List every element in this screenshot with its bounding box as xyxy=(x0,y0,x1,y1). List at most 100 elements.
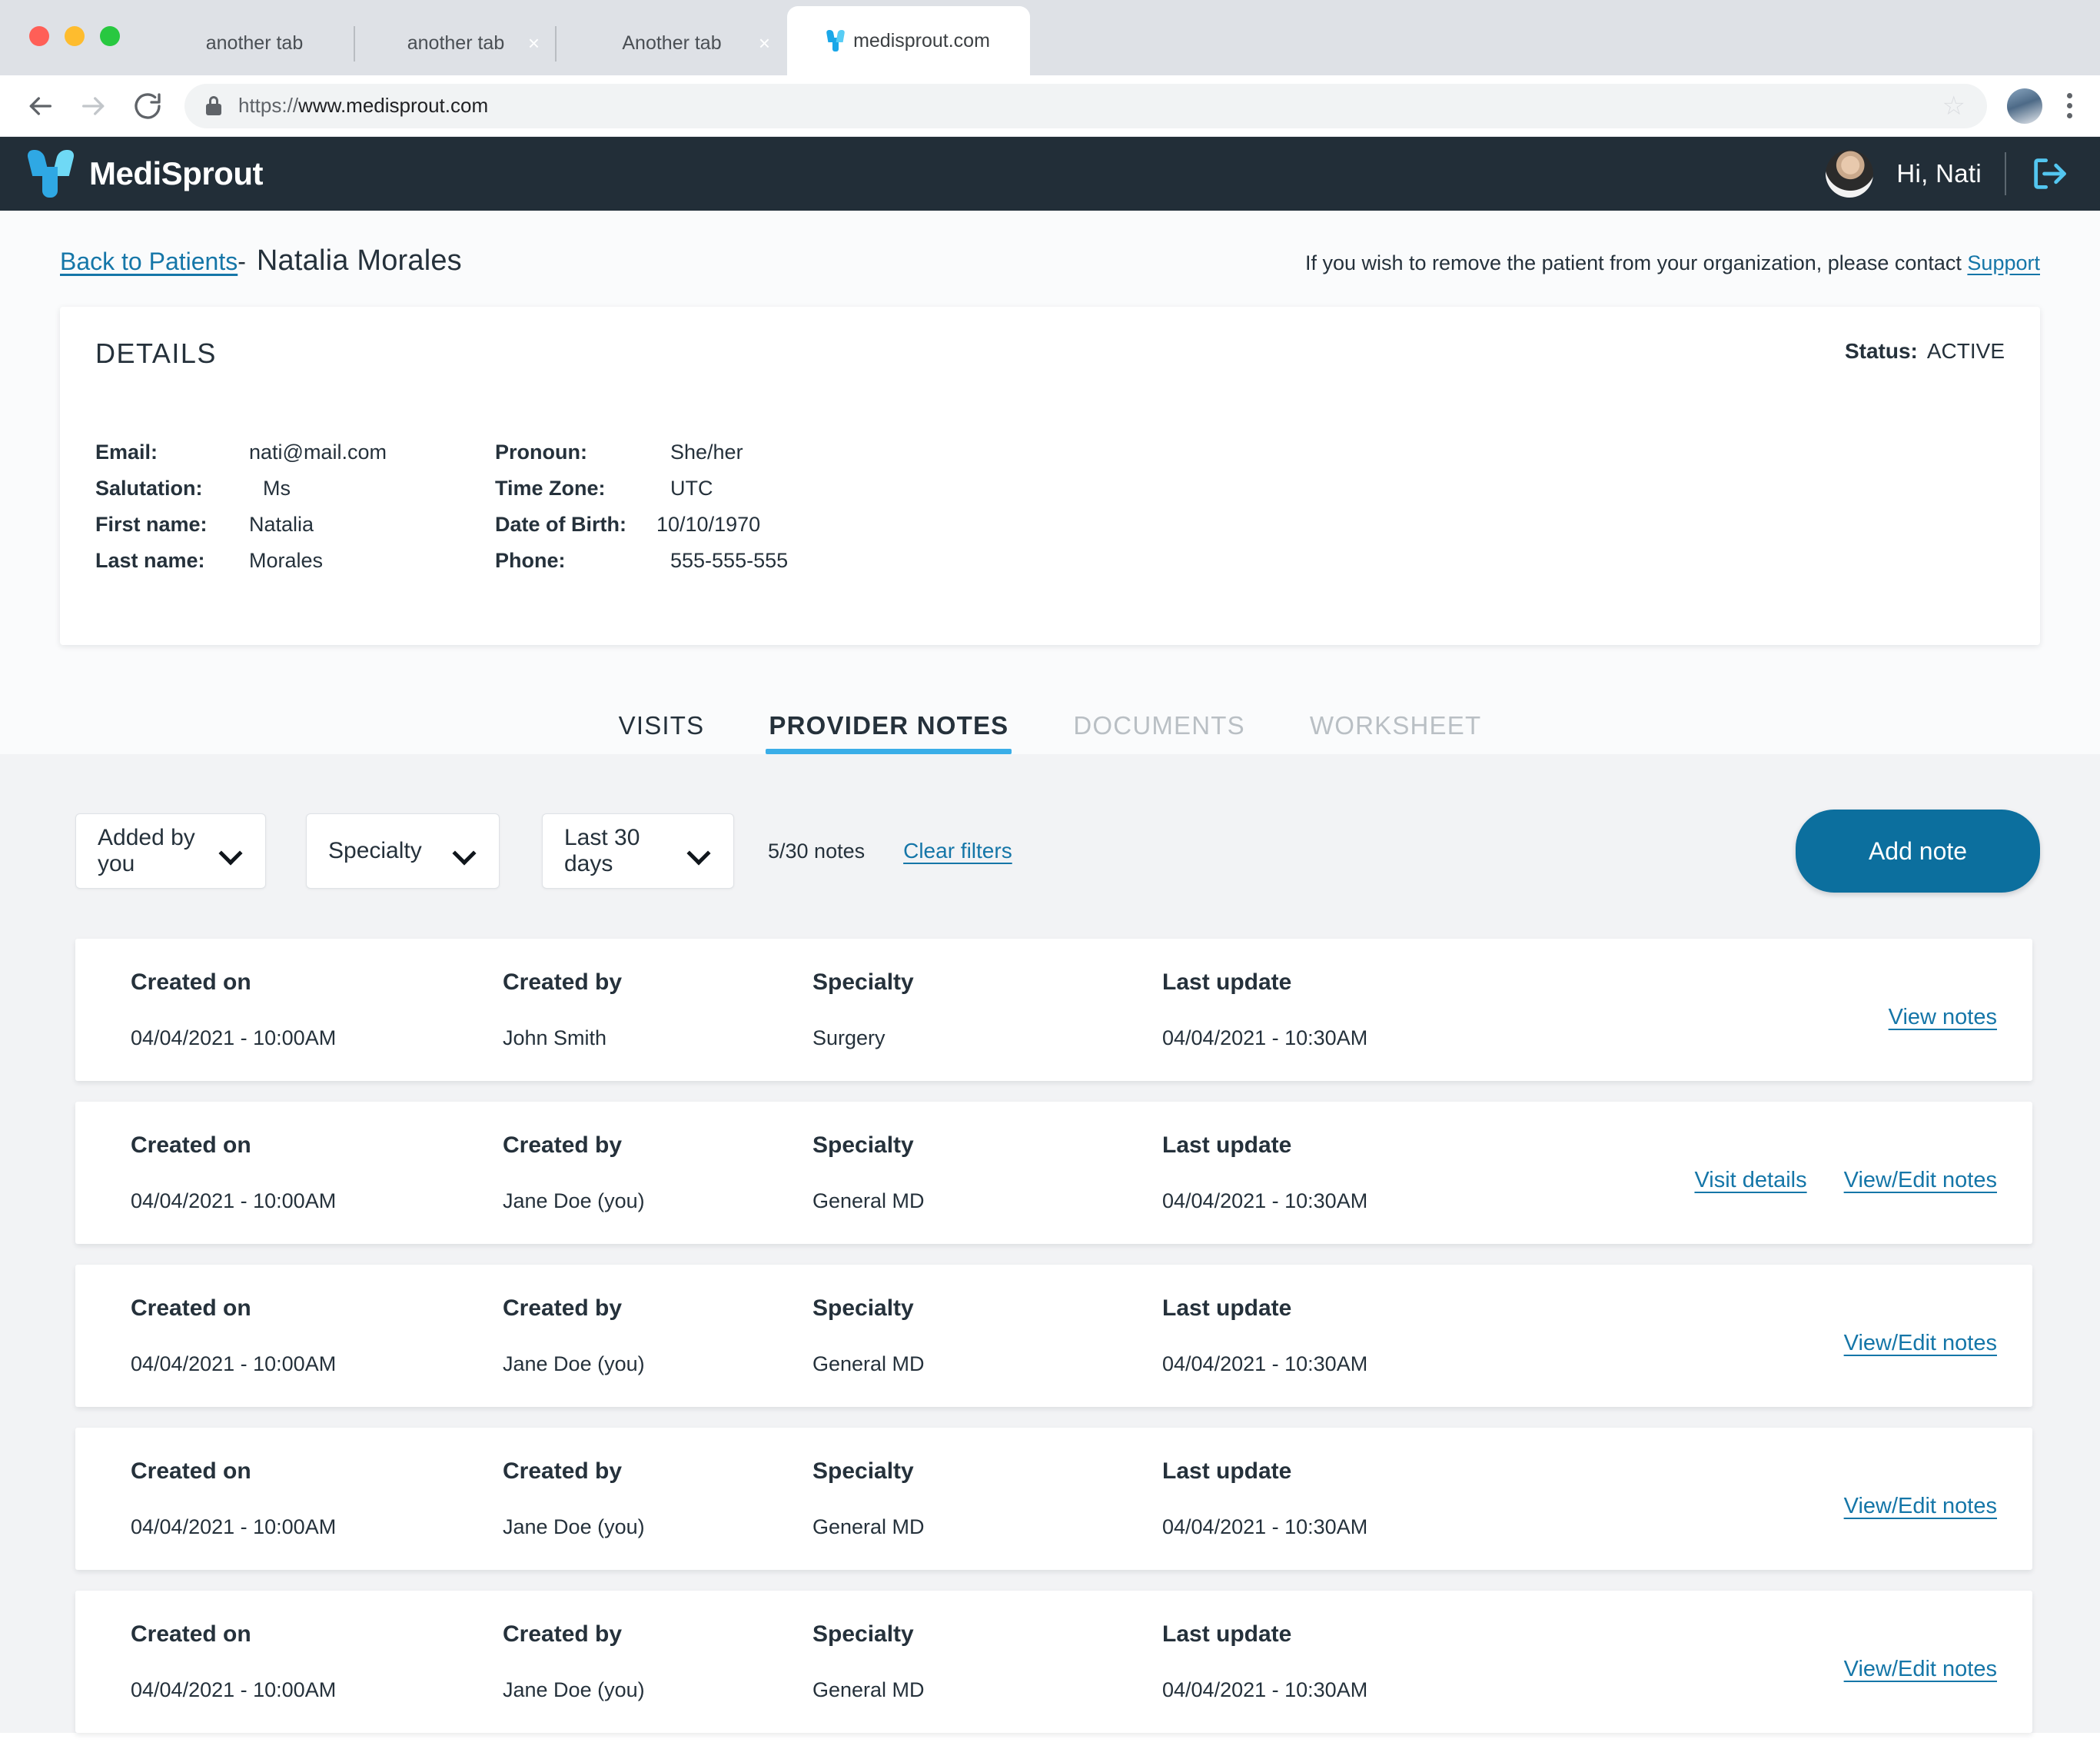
support-note: If you wish to remove the patient from y… xyxy=(1305,251,2040,275)
browser-tab-2[interactable]: another tab × xyxy=(355,11,557,75)
browser-tabs: another tab another tab × Another tab × … xyxy=(154,0,1030,75)
bookmark-star-icon[interactable]: ☆ xyxy=(1942,93,1965,119)
table-row[interactable]: Created on 04/04/2021 - 10:00AM Created … xyxy=(75,1265,2032,1407)
row-created-on: Created on 04/04/2021 - 10:00AM xyxy=(131,1132,503,1213)
specialty-select[interactable]: Specialty xyxy=(306,813,500,889)
notes-count: 5/30 notes xyxy=(768,839,866,863)
view-notes-link[interactable]: View notes xyxy=(1889,1005,1997,1030)
row-last-update: Last update 04/04/2021 - 10:30AM xyxy=(1162,1132,1623,1213)
cell-last-update: 04/04/2021 - 10:30AM xyxy=(1162,1678,1368,1701)
window-traffic-lights[interactable] xyxy=(29,26,120,46)
row-created-by: Created by Jane Doe (you) xyxy=(503,1132,812,1213)
browser-tab-2-label: another tab xyxy=(407,32,505,54)
salutation-value: Ms xyxy=(263,477,291,500)
browser-chrome: another tab another tab × Another tab × … xyxy=(0,0,2100,137)
cell-specialty: Surgery xyxy=(812,1026,886,1049)
cell-created-on: 04/04/2021 - 10:00AM xyxy=(131,1189,337,1212)
first-name-value: Natalia xyxy=(249,513,314,536)
notes-list: Created on 04/04/2021 - 10:00AM Created … xyxy=(0,939,2100,1733)
reload-icon[interactable] xyxy=(131,89,164,123)
col-header-specialty: Specialty xyxy=(812,969,914,995)
brand-logo[interactable]: MediSprout xyxy=(25,150,263,198)
salutation-label: Salutation: xyxy=(95,477,203,500)
browser-tab-1[interactable]: another tab xyxy=(154,11,355,75)
row-actions: Visit details View/Edit notes xyxy=(1694,1168,1997,1193)
email-label: Email: xyxy=(95,441,158,464)
close-tab-icon[interactable]: × xyxy=(528,32,540,55)
time-zone-value: UTC xyxy=(670,477,713,500)
browser-profile-avatar[interactable] xyxy=(2007,88,2042,124)
tab-provider-notes[interactable]: PROVIDER NOTES xyxy=(736,711,1041,754)
row-last-update: Last update 04/04/2021 - 10:30AM xyxy=(1162,1295,1623,1376)
pronoun-label: Pronoun: xyxy=(495,441,587,464)
row-specialty: Specialty General MD xyxy=(812,1458,1162,1539)
support-link[interactable]: Support xyxy=(1967,251,2040,274)
close-tab-icon[interactable]: × xyxy=(759,32,770,55)
medisprout-sprout-logo-icon xyxy=(25,150,76,198)
logout-icon[interactable] xyxy=(2029,154,2069,194)
cell-created-by: John Smith xyxy=(503,1026,607,1049)
row-last-update: Last update 04/04/2021 - 10:30AM xyxy=(1162,1621,1623,1702)
tab-visits[interactable]: VISITS xyxy=(586,711,737,754)
row-created-by: Created by Jane Doe (you) xyxy=(503,1621,812,1702)
table-row[interactable]: Created on 04/04/2021 - 10:00AM Created … xyxy=(75,1102,2032,1244)
back-arrow-icon[interactable] xyxy=(23,89,57,123)
browser-tab-active-medisprout[interactable]: medisprout.com xyxy=(787,6,1030,75)
added-by-select[interactable]: Added by you xyxy=(75,813,266,889)
table-row[interactable]: Created on 04/04/2021 - 10:00AM Created … xyxy=(75,1428,2032,1570)
filters-toolbar: Added by you Specialty Last 30 days 5/30… xyxy=(0,754,2100,939)
row-created-on: Created on 04/04/2021 - 10:00AM xyxy=(131,1621,503,1702)
browser-tab-3[interactable]: Another tab × xyxy=(557,11,787,75)
tab-visits-label: VISITS xyxy=(618,711,705,740)
clear-filters-link[interactable]: Clear filters xyxy=(903,839,1012,863)
app-header: MediSprout Hi, Nati xyxy=(0,137,2100,211)
row-actions: View/Edit notes xyxy=(1844,1494,1997,1519)
url-text: https://www.medisprout.com xyxy=(238,94,488,118)
back-to-patients-link[interactable]: Back to Patients xyxy=(60,248,238,276)
row-actions: View/Edit notes xyxy=(1844,1657,1997,1682)
col-header-last-update: Last update xyxy=(1162,1132,1292,1158)
row-created-on: Created on 04/04/2021 - 10:00AM xyxy=(131,1458,503,1539)
last-name-value: Morales xyxy=(249,549,324,572)
chevron-down-icon xyxy=(689,845,710,857)
row-created-on: Created on 04/04/2021 - 10:00AM xyxy=(131,1295,503,1376)
lock-icon xyxy=(206,96,221,115)
row-specialty: Specialty General MD xyxy=(812,1132,1162,1213)
first-name-label: First name: xyxy=(95,513,208,536)
cell-created-by: Jane Doe (you) xyxy=(503,1352,645,1375)
view-edit-notes-link[interactable]: View/Edit notes xyxy=(1844,1657,1997,1682)
header-user-area: Hi, Nati xyxy=(1826,150,2069,198)
status-badge: Status: ACTIVE xyxy=(1845,339,2005,364)
url-input[interactable]: https://www.medisprout.com ☆ xyxy=(184,83,1987,128)
phone-value: 555-555-555 xyxy=(670,549,789,572)
cell-created-on: 04/04/2021 - 10:00AM xyxy=(131,1515,337,1538)
details-left-column: Email: nati@mail.com Salutation: Ms Firs… xyxy=(95,441,495,573)
maximize-window-button[interactable] xyxy=(100,26,120,46)
table-row[interactable]: Created on 04/04/2021 - 10:00AM Created … xyxy=(75,939,2032,1081)
col-header-created-by: Created by xyxy=(503,1295,623,1321)
tab-worksheet[interactable]: WORKSHEET xyxy=(1278,711,1514,754)
view-edit-notes-link[interactable]: View/Edit notes xyxy=(1844,1331,1997,1356)
forward-arrow-icon[interactable] xyxy=(77,89,111,123)
minimize-window-button[interactable] xyxy=(65,26,85,46)
chevron-down-icon xyxy=(454,845,476,857)
support-note-text: If you wish to remove the patient from y… xyxy=(1304,251,1968,274)
visit-details-link[interactable]: Visit details xyxy=(1694,1168,1806,1193)
cell-last-update: 04/04/2021 - 10:30AM xyxy=(1162,1189,1368,1212)
cell-specialty: General MD xyxy=(812,1352,925,1375)
added-by-select-value: Added by you xyxy=(98,825,195,876)
view-edit-notes-link[interactable]: View/Edit notes xyxy=(1844,1168,1997,1193)
table-row[interactable]: Created on 04/04/2021 - 10:00AM Created … xyxy=(75,1591,2032,1733)
avatar[interactable] xyxy=(1826,150,1874,198)
email-value: nati@mail.com xyxy=(249,441,387,464)
date-range-select[interactable]: Last 30 days xyxy=(542,813,734,889)
cell-created-on: 04/04/2021 - 10:00AM xyxy=(131,1352,337,1375)
tab-documents[interactable]: DOCUMENTS xyxy=(1041,711,1277,754)
add-note-button[interactable]: Add note xyxy=(1796,810,2040,893)
cell-specialty: General MD xyxy=(812,1189,925,1212)
close-window-button[interactable] xyxy=(29,26,49,46)
medisprout-favicon-icon xyxy=(827,30,844,52)
details-right-column: Pronoun: She/her Time Zone: UTC Date of … xyxy=(495,441,895,573)
kebab-menu-icon[interactable] xyxy=(2062,93,2077,118)
view-edit-notes-link[interactable]: View/Edit notes xyxy=(1844,1494,1997,1519)
